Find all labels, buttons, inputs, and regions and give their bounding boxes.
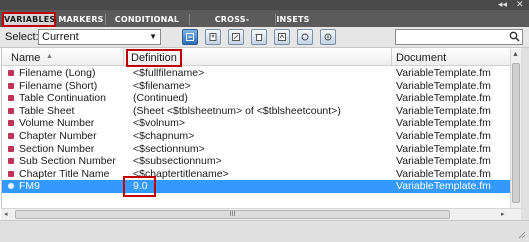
row-name: Section Number xyxy=(19,142,95,155)
search-input[interactable] xyxy=(395,29,523,45)
update-icon xyxy=(278,33,286,41)
toolbar: Select: Current ▼ xyxy=(0,27,529,48)
select-label: Select: xyxy=(5,31,39,43)
table-row-selected[interactable]: FM9 9.0 VariableTemplate.fm xyxy=(2,176,522,198)
table-row[interactable]: Table Continuation (Continued) VariableT… xyxy=(2,92,522,105)
variables-table: Name ▲ Definition Document Filename (Lon… xyxy=(1,48,522,208)
panel-footer xyxy=(0,220,529,242)
row-definition: (Sheet <$tblsheetnum> of <$tblsheetcount… xyxy=(133,104,341,117)
refresh-icon xyxy=(301,33,309,41)
variable-icon xyxy=(8,95,14,102)
new-variable-icon xyxy=(209,33,217,41)
column-header-name[interactable]: Name xyxy=(11,52,40,64)
scroll-left-icon[interactable]: ◂ xyxy=(4,210,8,218)
horizontal-scrollbar[interactable]: ◂ III ▸ xyxy=(1,208,521,220)
column-divider[interactable] xyxy=(391,48,392,66)
row-name: Filename (Long) xyxy=(19,67,96,79)
row-document: VariableTemplate.fm xyxy=(396,117,491,130)
sort-ascending-icon[interactable]: ▲ xyxy=(46,53,53,60)
vertical-scroll-thumb[interactable] xyxy=(512,63,520,203)
panel-titlebar: ◂◂ ✕ xyxy=(0,0,529,10)
variable-icon xyxy=(8,120,14,127)
row-document: VariableTemplate.fm xyxy=(396,67,491,79)
new-variable-button[interactable] xyxy=(205,29,221,45)
scroll-up-icon[interactable]: ▲ xyxy=(512,51,519,58)
row-name: Table Sheet xyxy=(19,104,75,117)
table-body: Filename (Long) <$fullfilename> Variable… xyxy=(2,67,522,198)
row-document: VariableTemplate.fm xyxy=(396,92,491,105)
row-name: Sub Section Number xyxy=(19,155,116,168)
variable-icon xyxy=(8,145,14,152)
row-name: Chapter Title Name xyxy=(19,167,110,180)
tab-strip: VARIABLES MARKERS CONDITIONAL TEXT CROSS… xyxy=(0,10,529,39)
vertical-scrollbar[interactable]: ▲ xyxy=(510,49,521,208)
tab-cross-references[interactable]: CROSS-REFERENCES xyxy=(190,12,274,39)
variable-icon xyxy=(8,107,14,114)
panel-frame xyxy=(521,48,529,220)
convert-button[interactable] xyxy=(320,29,336,45)
row-document: VariableTemplate.fm xyxy=(396,180,491,193)
column-divider[interactable] xyxy=(123,48,124,66)
table-row[interactable]: Sub Section Number <$subsectionnum> Vari… xyxy=(2,155,522,168)
refresh-button[interactable] xyxy=(297,29,313,45)
variable-icon xyxy=(8,132,14,139)
convert-icon xyxy=(324,33,332,41)
row-definition: <$subsectionnum> xyxy=(133,155,222,168)
chevron-down-icon: ▼ xyxy=(149,32,157,41)
row-definition: <$sectionnum> xyxy=(133,142,205,155)
row-definition: <$volnum> xyxy=(133,117,185,130)
table-header: Name ▲ Definition Document xyxy=(2,48,522,67)
tab-insets[interactable]: INSETS xyxy=(276,12,310,27)
delete-variable-button[interactable] xyxy=(251,29,267,45)
search-icon[interactable] xyxy=(509,31,520,42)
edit-variable-button[interactable] xyxy=(228,29,244,45)
variable-icon xyxy=(8,170,14,177)
row-definition: <$filename> xyxy=(133,79,191,92)
update-button[interactable] xyxy=(274,29,290,45)
row-definition: (Continued) xyxy=(133,92,188,105)
select-dropdown[interactable]: Current ▼ xyxy=(38,29,161,45)
row-name: Filename (Short) xyxy=(19,79,98,92)
variable-icon xyxy=(8,70,14,76)
table-row[interactable]: Chapter Title Name <$chaptertitlename> V… xyxy=(2,168,522,181)
tab-markers[interactable]: MARKERS xyxy=(58,12,104,27)
tab-conditional-text[interactable]: CONDITIONAL TEXT xyxy=(106,12,188,39)
scroll-right-icon[interactable]: ▸ xyxy=(501,210,505,218)
row-name: FM9 xyxy=(19,180,40,193)
row-document: VariableTemplate.fm xyxy=(396,142,491,155)
column-header-definition[interactable]: Definition xyxy=(126,49,182,67)
table-row[interactable]: Table Sheet (Sheet <$tblsheetnum> of <$t… xyxy=(2,105,522,118)
row-document: VariableTemplate.fm xyxy=(396,129,491,142)
row-document: VariableTemplate.fm xyxy=(396,155,491,168)
row-name: Volume Number xyxy=(19,117,95,130)
row-document: VariableTemplate.fm xyxy=(396,104,491,117)
horizontal-scroll-thumb[interactable]: III xyxy=(15,210,450,219)
delete-variable-icon xyxy=(255,34,263,41)
row-document: VariableTemplate.fm xyxy=(396,79,491,92)
select-value: Current xyxy=(42,31,79,43)
row-name: Chapter Number xyxy=(19,129,97,142)
edit-variable-icon xyxy=(232,33,240,41)
tab-variables[interactable]: VARIABLES xyxy=(2,12,56,27)
insert-variable-button[interactable] xyxy=(182,29,198,45)
variable-icon xyxy=(8,158,14,165)
column-header-document[interactable]: Document xyxy=(396,52,446,64)
resize-grip-icon[interactable] xyxy=(518,231,526,239)
table-row[interactable]: Filename (Long) <$fullfilename> Variable… xyxy=(2,67,522,80)
row-name: Table Continuation xyxy=(19,92,106,105)
user-variable-icon xyxy=(8,183,14,190)
table-row[interactable]: Filename (Short) <$filename> VariableTem… xyxy=(2,80,522,93)
table-row[interactable]: Volume Number <$volnum> VariableTemplate… xyxy=(2,117,522,130)
collapse-panel-icon[interactable]: ◂◂ xyxy=(498,0,507,9)
row-definition: <$chapnum> xyxy=(133,129,195,142)
close-panel-icon[interactable]: ✕ xyxy=(516,0,524,9)
row-definition: <$fullfilename> xyxy=(133,67,205,79)
table-row[interactable]: Chapter Number <$chapnum> VariableTempla… xyxy=(2,130,522,143)
table-row[interactable]: Section Number <$sectionnum> VariableTem… xyxy=(2,143,522,156)
insert-variable-icon xyxy=(186,33,194,41)
highlight-box xyxy=(123,176,156,198)
variable-icon xyxy=(8,82,14,89)
row-document: VariableTemplate.fm xyxy=(396,167,491,180)
